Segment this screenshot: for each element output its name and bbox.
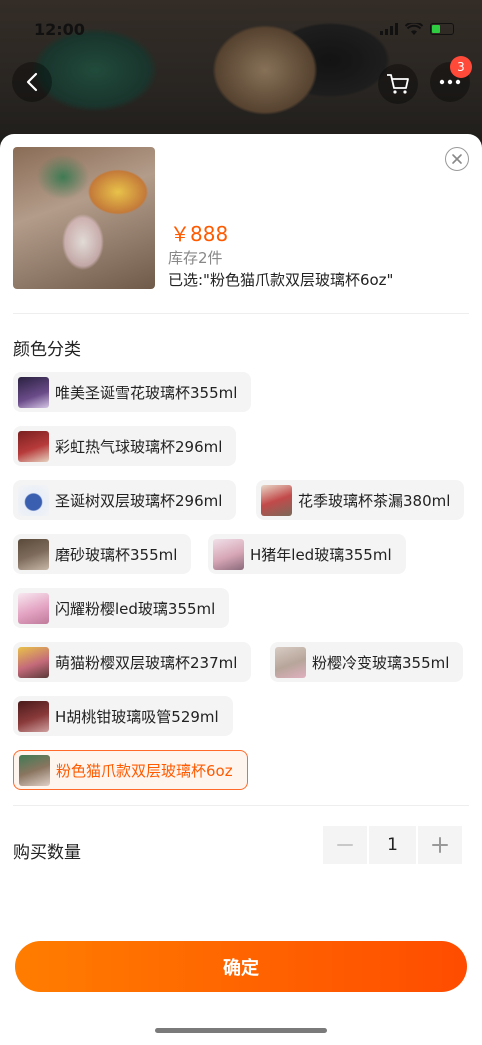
selected-variant: 已选:"粉色猫爪款双层玻璃杯6oz" — [168, 271, 394, 289]
close-icon — [452, 154, 462, 164]
color-option-selected[interactable]: 粉色猫爪款双层玻璃杯6oz — [13, 750, 248, 790]
color-section-title: 颜色分类 — [13, 340, 81, 360]
quantity-label: 购买数量 — [13, 843, 81, 863]
chevron-left-icon — [26, 72, 38, 92]
option-label: 彩虹热气球玻璃杯296ml — [55, 437, 223, 456]
status-time: 12:00 — [34, 19, 85, 39]
option-thumbnail — [19, 754, 50, 786]
option-thumbnail — [18, 538, 49, 570]
quantity-value[interactable]: 1 — [369, 826, 416, 864]
option-label: 萌猫粉樱双层玻璃杯237ml — [55, 653, 238, 672]
option-thumbnail — [275, 646, 306, 678]
option-thumbnail — [18, 376, 49, 408]
color-option[interactable]: 唯美圣诞雪花玻璃杯355ml — [13, 372, 252, 412]
status-icons — [380, 22, 454, 36]
option-label: H猪年led玻璃355ml — [250, 545, 392, 564]
option-label: 粉樱冷变玻璃355ml — [312, 653, 450, 672]
color-option[interactable]: 闪耀粉樱led玻璃355ml — [13, 588, 230, 628]
color-option[interactable]: H猪年led玻璃355ml — [208, 534, 406, 574]
plus-icon — [432, 837, 448, 853]
option-label: H胡桃钳玻璃吸管529ml — [55, 707, 219, 726]
cart-icon — [387, 74, 409, 94]
confirm-button[interactable]: 确定 — [15, 941, 467, 992]
color-option[interactable]: 花季玻璃杯茶漏380ml — [256, 480, 465, 520]
option-label: 唯美圣诞雪花玻璃杯355ml — [55, 383, 238, 402]
option-label: 圣诞树双层玻璃杯296ml — [55, 491, 223, 510]
option-label: 闪耀粉樱led玻璃355ml — [55, 599, 216, 618]
more-dots-icon — [439, 79, 461, 85]
option-thumbnail — [18, 484, 49, 516]
product-stock: 库存2件 — [168, 249, 223, 267]
color-option[interactable]: 粉樱冷变玻璃355ml — [270, 642, 464, 682]
option-thumbnail — [18, 592, 49, 624]
minus-icon — [337, 844, 353, 846]
option-thumbnail — [18, 646, 49, 678]
option-thumbnail — [18, 430, 49, 462]
color-option[interactable]: H胡桃钳玻璃吸管529ml — [13, 696, 233, 736]
home-indicator — [155, 1028, 327, 1033]
color-option[interactable]: 圣诞树双层玻璃杯296ml — [13, 480, 237, 520]
option-label: 花季玻璃杯茶漏380ml — [298, 491, 451, 510]
option-thumbnail — [261, 484, 292, 516]
option-label: 粉色猫爪款双层玻璃杯6oz — [56, 761, 233, 780]
color-option[interactable]: 磨砂玻璃杯355ml — [13, 534, 192, 574]
color-option[interactable]: 萌猫粉樱双层玻璃杯237ml — [13, 642, 252, 682]
quantity-stepper: 1 — [323, 826, 462, 864]
cart-badge: 3 — [450, 56, 472, 78]
increase-button[interactable] — [418, 826, 462, 864]
signal-icon — [380, 23, 398, 35]
option-label: 磨砂玻璃杯355ml — [55, 545, 178, 564]
option-thumbnail — [18, 700, 49, 732]
product-thumbnail[interactable] — [13, 147, 155, 289]
product-price: ￥888 — [170, 222, 229, 246]
back-button[interactable] — [12, 62, 52, 102]
option-thumbnail — [213, 538, 244, 570]
cart-button[interactable] — [378, 64, 418, 104]
wifi-icon — [405, 22, 423, 35]
status-bar: 12:00 — [0, 14, 482, 44]
battery-icon — [430, 23, 454, 35]
decrease-button[interactable] — [323, 826, 367, 864]
divider — [13, 313, 469, 314]
sku-selection-sheet: ￥888 库存2件 已选:"粉色猫爪款双层玻璃杯6oz" 颜色分类 唯美圣诞雪花… — [0, 134, 482, 1045]
close-button[interactable] — [445, 147, 469, 171]
color-option[interactable]: 彩虹热气球玻璃杯296ml — [13, 426, 237, 466]
divider — [13, 805, 469, 806]
